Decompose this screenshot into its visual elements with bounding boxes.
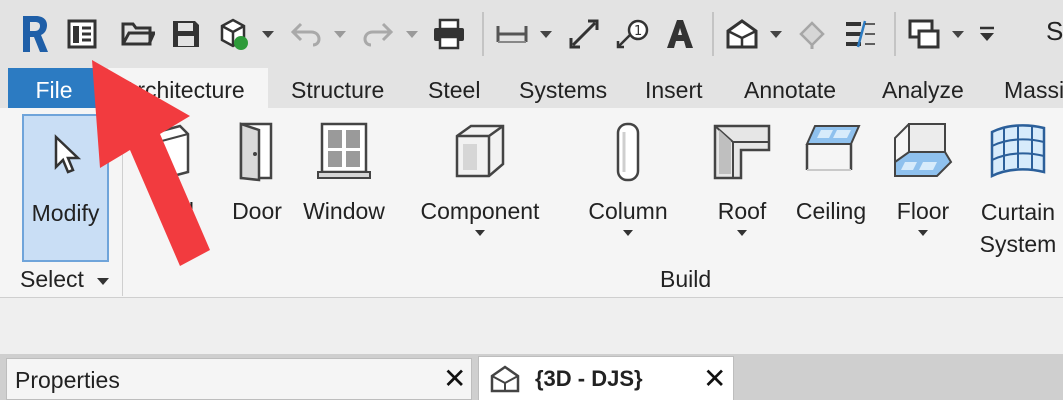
svg-text:1: 1 xyxy=(634,24,642,39)
sync-central-icon[interactable] xyxy=(214,12,254,56)
curtain-system-label: Curtain System xyxy=(979,199,1057,257)
properties-palette: Properties ✕ xyxy=(6,358,472,400)
column-label: Column xyxy=(588,198,668,224)
select-panel-label[interactable]: Select xyxy=(20,266,84,293)
floor-label: Floor xyxy=(896,198,950,224)
ribbon-tabs: File Architecture Structure Steel System… xyxy=(0,68,1063,108)
qat-separator xyxy=(482,12,484,56)
aligned-dimension-icon[interactable] xyxy=(492,12,532,56)
component-dropdown-icon[interactable] xyxy=(475,230,485,236)
door-icon xyxy=(239,122,273,182)
column-icon xyxy=(616,122,640,182)
curtain-system-icon xyxy=(990,124,1046,179)
revit-window: 1 S File Architecture Structure Steel Sy… xyxy=(0,0,1063,400)
floor-dropdown-icon[interactable] xyxy=(918,230,928,236)
undo-dropdown-icon xyxy=(334,31,346,38)
section-icon xyxy=(794,12,830,56)
cursor-icon xyxy=(54,134,82,174)
3d-view-icon xyxy=(490,365,520,393)
roof-icon xyxy=(713,124,771,180)
ceiling-label: Ceiling xyxy=(795,198,867,224)
view-tab-3d[interactable]: {3D - DJS} ✕ xyxy=(478,356,734,400)
tab-annotate[interactable]: Annotate xyxy=(744,68,836,108)
window-label: Window xyxy=(303,198,385,224)
redo-icon xyxy=(358,12,398,56)
build-panel-label: Build xyxy=(660,266,712,292)
thin-lines-icon[interactable] xyxy=(840,12,880,56)
qat-separator xyxy=(712,12,714,56)
default-3d-view-icon[interactable] xyxy=(722,12,762,56)
ceiling-icon xyxy=(805,125,861,171)
roof-label: Roof xyxy=(717,198,767,224)
tab-file[interactable]: File xyxy=(8,68,100,108)
select-dropdown-icon[interactable] xyxy=(97,278,109,285)
measure-icon[interactable] xyxy=(564,12,604,56)
wall-label: ll xyxy=(183,198,194,224)
sync-dropdown-icon[interactable] xyxy=(262,31,274,38)
switch-windows-dropdown-icon[interactable] xyxy=(952,31,964,38)
window-icon xyxy=(317,122,371,179)
wall-icon xyxy=(148,124,190,180)
close-icon[interactable]: ✕ xyxy=(703,365,726,393)
tab-structure[interactable]: Structure xyxy=(291,68,384,108)
tab-analyze[interactable]: Analyze xyxy=(882,68,964,108)
modify-label: Modify xyxy=(31,200,100,226)
modify-button[interactable]: Modify xyxy=(22,114,109,262)
switch-windows-icon[interactable] xyxy=(904,12,944,56)
quick-access-toolbar: 1 S xyxy=(0,0,1063,68)
text-icon[interactable] xyxy=(660,12,700,56)
ribbon-panel: Modify Select ll Door Window Component C… xyxy=(0,108,1063,298)
door-label: Door xyxy=(232,198,282,224)
options-bar xyxy=(0,298,1063,354)
3d-view-dropdown-icon[interactable] xyxy=(770,31,782,38)
save-icon[interactable] xyxy=(166,12,206,56)
tab-architecture[interactable]: Architecture xyxy=(108,68,268,108)
component-icon xyxy=(455,124,505,178)
close-icon[interactable]: ✕ xyxy=(443,365,466,393)
print-icon[interactable] xyxy=(428,12,470,56)
qat-separator xyxy=(894,12,896,56)
column-dropdown-icon[interactable] xyxy=(623,230,633,236)
redo-dropdown-icon xyxy=(406,31,418,38)
undo-icon xyxy=(286,12,326,56)
customize-qat-icon[interactable] xyxy=(972,12,1002,56)
tab-massing[interactable]: Massi xyxy=(1004,68,1063,108)
dimension-dropdown-icon[interactable] xyxy=(540,31,552,38)
properties-title: Properties xyxy=(15,367,120,393)
tab-steel[interactable]: Steel xyxy=(428,68,480,108)
floor-icon xyxy=(894,123,953,177)
qat-overflow-text: S xyxy=(1046,16,1063,46)
recent-files-icon[interactable] xyxy=(62,12,102,56)
tag-by-category-icon[interactable]: 1 xyxy=(612,12,652,56)
component-label: Component xyxy=(420,198,540,224)
revit-logo-icon[interactable] xyxy=(14,12,54,56)
tab-systems[interactable]: Systems xyxy=(519,68,607,108)
roof-dropdown-icon[interactable] xyxy=(737,230,747,236)
view-tab-title: {3D - DJS} xyxy=(535,366,643,391)
open-folder-icon[interactable] xyxy=(118,12,158,56)
tab-insert[interactable]: Insert xyxy=(645,68,703,108)
panel-separator xyxy=(122,116,123,296)
